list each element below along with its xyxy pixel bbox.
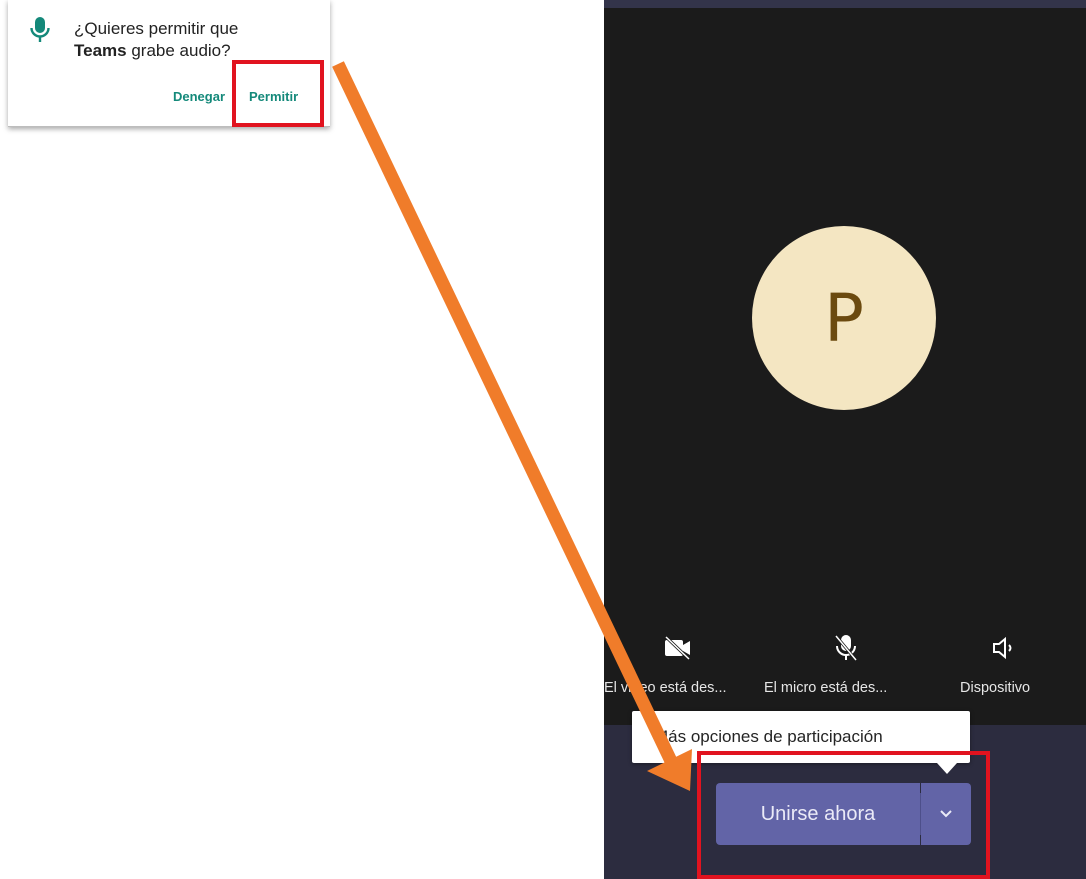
join-options-tooltip: Más opciones de participación [632,711,970,774]
mic-icon [30,16,50,44]
join-options-button[interactable] [921,783,971,845]
allow-button[interactable]: Permitir [249,89,298,104]
status-bar [604,0,1086,8]
avatar: P [752,226,936,410]
permission-app-name: Teams [74,41,127,60]
tooltip-text: Más opciones de participación [654,727,883,746]
join-now-button[interactable]: Unirse ahora [716,783,920,845]
permission-dialog: ¿Quieres permitir que Teams grabe audio?… [8,0,330,127]
permission-question-prefix: ¿Quieres permitir que [74,19,239,38]
avatar-initial: P [824,279,864,357]
tooltip-caret [937,763,957,774]
permission-question: ¿Quieres permitir que Teams grabe audio? [74,18,314,62]
device-label: Dispositivo [960,680,1031,696]
permission-question-suffix: grabe audio? [131,41,231,60]
video-status-label: El video está des... [604,680,727,696]
speaker-icon[interactable] [984,628,1024,668]
mic-off-icon[interactable] [826,628,866,668]
deny-button[interactable]: Denegar [173,89,225,104]
video-off-icon[interactable] [658,628,698,668]
chevron-down-icon [940,805,952,823]
mic-status-label: El micro está des... [764,680,888,696]
